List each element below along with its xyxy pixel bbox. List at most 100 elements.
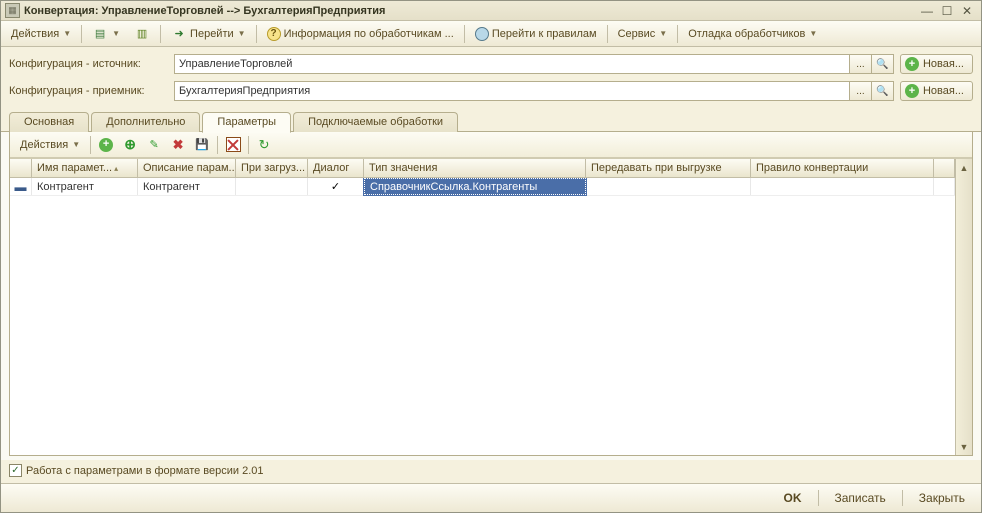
cell-onload[interactable] bbox=[236, 178, 308, 195]
separator bbox=[217, 136, 218, 154]
source-select-button[interactable]: ... bbox=[850, 54, 872, 74]
col-onload[interactable]: При загруз... bbox=[236, 159, 308, 177]
cell-desc[interactable]: Контрагент bbox=[138, 178, 236, 195]
plus-icon: + bbox=[905, 57, 919, 71]
document-icon: ▤ bbox=[92, 26, 108, 42]
source-new-button[interactable]: + Новая... bbox=[900, 54, 973, 74]
pencil-icon: ✎ bbox=[150, 138, 159, 151]
target-input[interactable] bbox=[174, 81, 850, 101]
col-marker[interactable] bbox=[10, 159, 32, 177]
clear-icon bbox=[226, 137, 241, 152]
help-info-button[interactable]: ? Информация по обработчикам ... bbox=[261, 24, 460, 44]
delete-icon: ✖ bbox=[173, 137, 184, 153]
tab-advanced[interactable]: Дополнительно bbox=[91, 112, 200, 132]
row-marker-icon: ▬ bbox=[10, 178, 32, 195]
floppy-icon: 💾 bbox=[195, 138, 209, 151]
separator bbox=[607, 25, 608, 43]
source-input-group: ... 🔍 bbox=[174, 54, 894, 74]
refresh-button[interactable]: ↻ bbox=[253, 135, 275, 155]
col-last bbox=[934, 159, 955, 177]
scroll-down-icon[interactable]: ▼ bbox=[956, 438, 972, 455]
main-window: ▦ Конвертация: УправлениеТорговлей --> Б… bbox=[0, 0, 982, 513]
close-button[interactable]: ✕ bbox=[957, 3, 977, 19]
separator bbox=[677, 25, 678, 43]
scroll-up-icon[interactable]: ▲ bbox=[956, 159, 972, 176]
col-rule[interactable]: Правило конвертации bbox=[751, 159, 934, 177]
version-checkbox-row: ✓ Работа с параметрами в формате версии … bbox=[1, 460, 981, 483]
info-label: Информация по обработчикам ... bbox=[284, 28, 454, 40]
target-new-button[interactable]: + Новая... bbox=[900, 81, 973, 101]
goto-button[interactable]: ➜ Перейти ▼ bbox=[165, 24, 252, 44]
separator bbox=[90, 136, 91, 154]
debug-menu[interactable]: Отладка обработчиков ▼ bbox=[682, 24, 823, 44]
dropdown-icon: ▼ bbox=[72, 140, 80, 149]
table-row[interactable]: ▬ Контрагент Контрагент ✓ СправочникСсыл… bbox=[10, 178, 955, 196]
delete-row-button[interactable]: ✖ bbox=[167, 135, 189, 155]
target-lookup-button[interactable]: 🔍 bbox=[872, 81, 894, 101]
col-pass[interactable]: Передавать при выгрузке bbox=[586, 159, 751, 177]
cell-dialog[interactable]: ✓ bbox=[308, 178, 364, 195]
col-name[interactable]: Имя парамет... ▴ bbox=[32, 159, 138, 177]
vertical-scrollbar[interactable]: ▲ ▼ bbox=[955, 159, 972, 455]
cell-type[interactable]: СправочникСсылка.Контрагенты bbox=[364, 178, 586, 195]
goto-rules-button[interactable]: Перейти к правилам bbox=[469, 24, 603, 44]
dropdown-icon: ▼ bbox=[112, 29, 120, 38]
main-toolbar: Действия ▼ ▤▼ ▥ ➜ Перейти ▼ ? Информация… bbox=[1, 21, 981, 47]
col-type[interactable]: Тип значения bbox=[364, 159, 586, 177]
separator bbox=[81, 25, 82, 43]
goto-label: Перейти bbox=[190, 28, 234, 40]
source-row: Конфигурация - источник: ... 🔍 + Новая..… bbox=[9, 53, 973, 75]
tabs: Основная Дополнительно Параметры Подключ… bbox=[1, 111, 981, 132]
separator bbox=[256, 25, 257, 43]
goto-icon: ➜ bbox=[171, 26, 187, 42]
service-menu[interactable]: Сервис ▼ bbox=[612, 24, 674, 44]
edit-row-button[interactable]: ✎ bbox=[143, 135, 165, 155]
dropdown-icon: ▼ bbox=[809, 29, 817, 38]
app-icon: ▦ bbox=[5, 3, 20, 18]
actions-label: Действия bbox=[11, 28, 59, 40]
actions-menu[interactable]: Действия ▼ bbox=[5, 24, 77, 44]
close-button[interactable]: Закрыть bbox=[911, 488, 973, 508]
separator bbox=[160, 25, 161, 43]
grid-body[interactable]: ▬ Контрагент Контрагент ✓ СправочникСсыл… bbox=[10, 178, 955, 455]
target-select-button[interactable]: ... bbox=[850, 81, 872, 101]
cell-last bbox=[934, 178, 955, 195]
tab-main[interactable]: Основная bbox=[9, 112, 89, 132]
footer: OK Записать Закрыть bbox=[1, 483, 981, 512]
maximize-button[interactable]: ☐ bbox=[937, 3, 957, 19]
cell-rule[interactable] bbox=[751, 178, 934, 195]
source-label: Конфигурация - источник: bbox=[9, 58, 174, 70]
titlebar: ▦ Конвертация: УправлениеТорговлей --> Б… bbox=[1, 1, 981, 21]
add-row-button[interactable]: + bbox=[95, 135, 117, 155]
tab-body: Действия ▼ + ⊕ ✎ ✖ 💾 ↻ Имя парамет... bbox=[9, 132, 973, 456]
tab-plugins[interactable]: Подключаемые обработки bbox=[293, 112, 458, 132]
cell-pass[interactable] bbox=[586, 178, 751, 195]
save-button[interactable]: Записать bbox=[827, 488, 894, 508]
doc-button-1[interactable]: ▤▼ bbox=[86, 24, 126, 44]
plus-icon: + bbox=[905, 84, 919, 98]
tab-params[interactable]: Параметры bbox=[202, 112, 291, 133]
grid-toolbar: Действия ▼ + ⊕ ✎ ✖ 💾 ↻ bbox=[10, 132, 972, 158]
minimize-button[interactable]: — bbox=[917, 3, 937, 19]
grid-header: Имя парамет... ▴ Описание парам... При з… bbox=[10, 159, 955, 178]
version-checkbox-label: Работа с параметрами в формате версии 2.… bbox=[26, 465, 264, 477]
copy-row-button[interactable]: ⊕ bbox=[119, 135, 141, 155]
doc-button-2[interactable]: ▥ bbox=[128, 24, 156, 44]
help-icon: ? bbox=[267, 27, 281, 41]
col-desc[interactable]: Описание парам... bbox=[138, 159, 236, 177]
grid-actions-label: Действия bbox=[20, 139, 68, 151]
ok-button[interactable]: OK bbox=[776, 488, 810, 508]
col-dialog[interactable]: Диалог bbox=[308, 159, 364, 177]
debug-label: Отладка обработчиков bbox=[688, 28, 805, 40]
source-input[interactable] bbox=[174, 54, 850, 74]
dropdown-icon: ▼ bbox=[659, 29, 667, 38]
cell-name[interactable]: Контрагент bbox=[32, 178, 138, 195]
separator bbox=[464, 25, 465, 43]
scroll-track[interactable] bbox=[956, 176, 972, 438]
version-checkbox[interactable]: ✓ bbox=[9, 464, 22, 477]
source-lookup-button[interactable]: 🔍 bbox=[872, 54, 894, 74]
clear-button[interactable] bbox=[222, 135, 244, 155]
dropdown-icon: ▼ bbox=[238, 29, 246, 38]
save-button[interactable]: 💾 bbox=[191, 135, 213, 155]
grid-actions-menu[interactable]: Действия ▼ bbox=[14, 135, 86, 155]
